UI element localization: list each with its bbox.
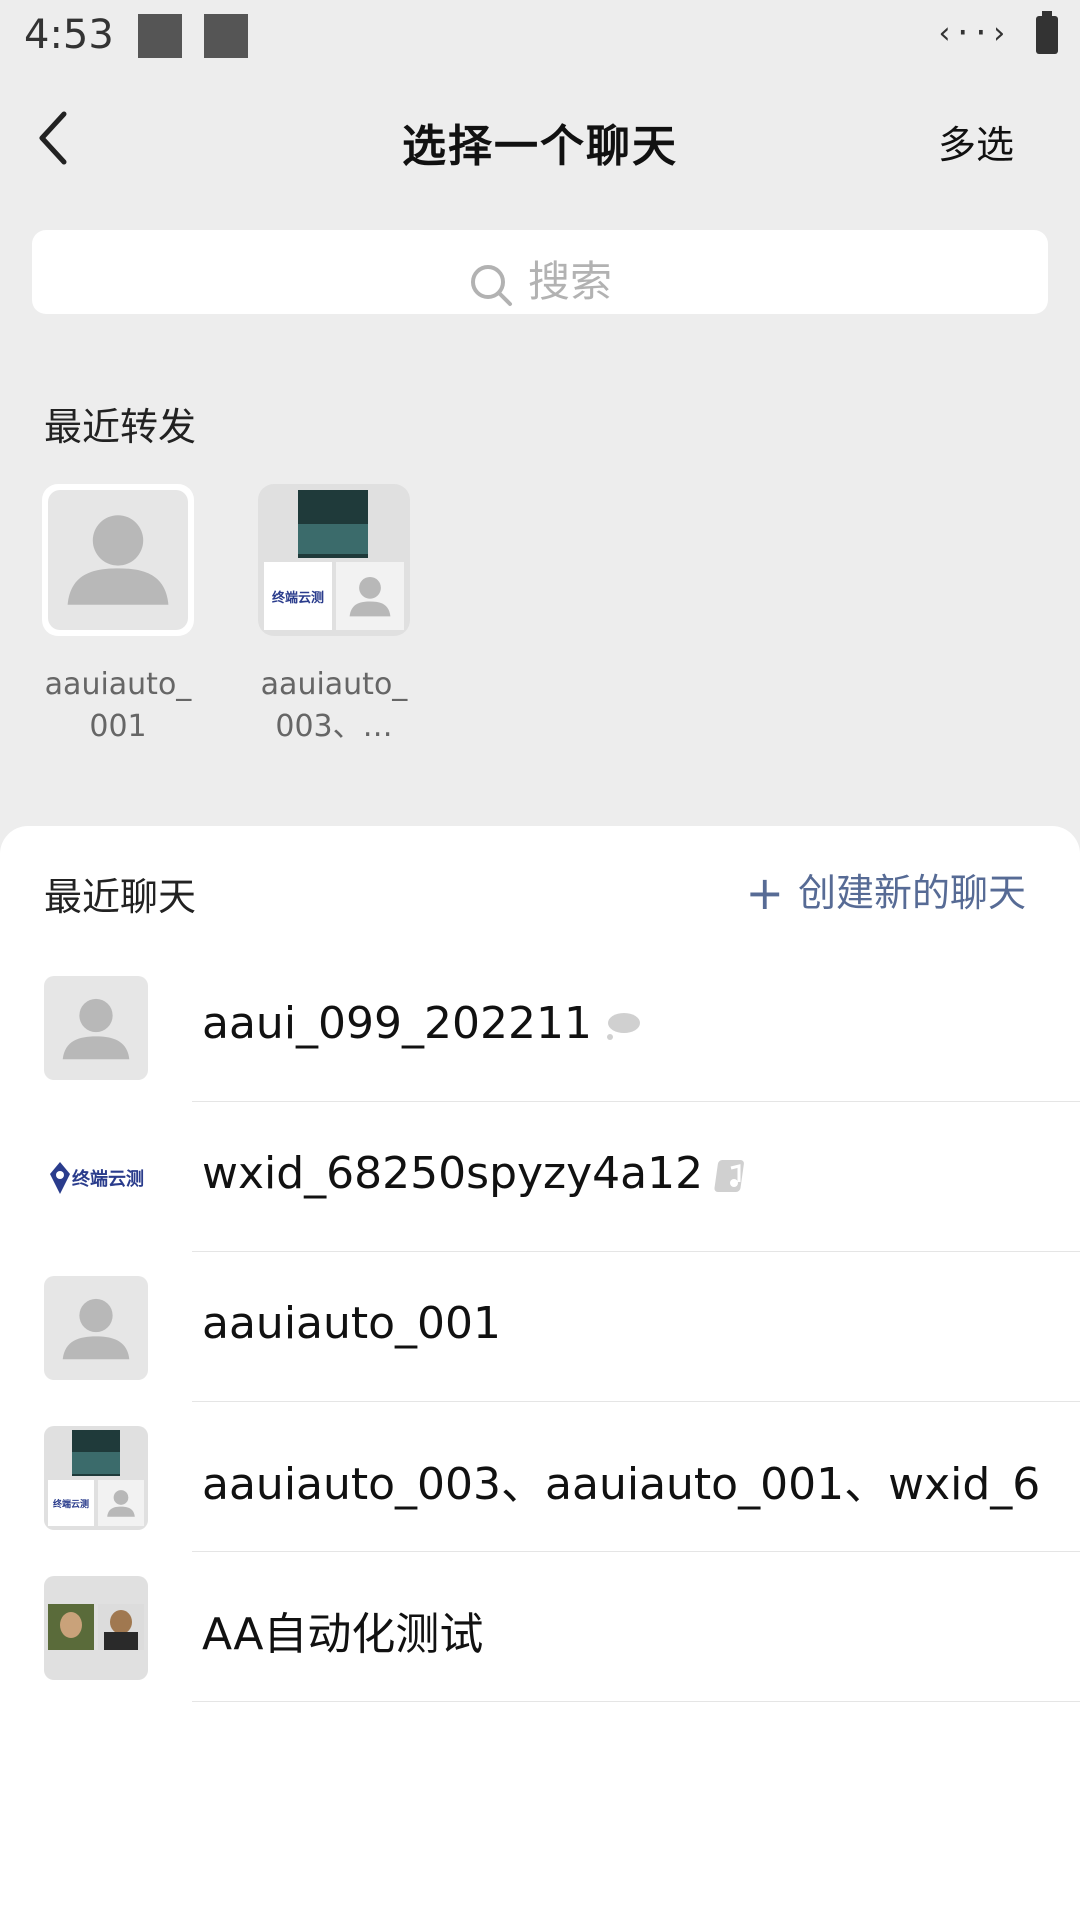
chat-row[interactable]: AA自动化测试 [0,1552,1080,1702]
default-avatar-icon [62,1298,130,1360]
divider [192,1701,1080,1702]
default-avatar-icon [62,998,130,1060]
group-member-photo [48,1604,94,1650]
search-input[interactable]: 搜索 [32,230,1048,314]
music-icon [714,1160,745,1192]
multi-select-button[interactable]: 多选 [938,114,1014,169]
default-avatar-icon [67,515,169,605]
default-avatar-icon [349,576,391,617]
group-member-default [98,1480,144,1526]
logo-mark-icon [50,1162,70,1194]
search-placeholder: 搜索 [527,257,612,306]
group-avatar [44,1576,148,1680]
avatar: 终端云测 [44,1126,148,1230]
avatar [44,976,148,1080]
chat-name: aaui_099_202211 [202,998,642,1049]
chat-row[interactable]: aauiauto_001 [0,1252,1080,1402]
recent-chats-panel: 最近聊天 + 创建新的聊天 aaui_099_202211 终端云测 wxid_… [0,826,1080,1920]
logo-text: 终端云测 [72,1169,144,1190]
battery-icon [1036,11,1058,54]
group-member-photo [98,1604,144,1650]
notification-icon [204,14,248,58]
chat-name: AA自动化测试 [202,1609,484,1660]
status-bar: 4:53 ‹··› [0,0,1080,76]
cloud-icon [606,1013,640,1040]
chat-row[interactable]: 终端云测 wxid_68250spyzy4a12 [0,1102,1080,1252]
chat-row[interactable]: 终端云测 aauiauto_003、aauiauto_001、wxid_6… [0,1402,1080,1552]
title-bar: 选择一个聊天 多选 [0,76,1080,200]
plus-icon: + [745,866,784,920]
recent-forward-name: aauiauto_001 [44,667,192,744]
chat-name: aauiauto_003、aauiauto_001、wxid_6… [202,1459,1042,1510]
create-new-chat-button[interactable]: + 创建新的聊天 [745,862,1026,920]
notification-icon [138,14,182,58]
group-member-default [336,562,404,630]
recent-chats-label: 最近聊天 [44,875,197,919]
recent-forwards-label: 最近转发 [44,405,197,449]
group-member-logo: 终端云测 [48,1480,94,1526]
group-avatar: 终端云测 [44,1426,148,1530]
default-avatar-icon [107,1490,135,1517]
status-time: 4:53 [24,12,114,58]
network-icon: ‹··› [935,16,1008,51]
group-member-logo: 终端云测 [264,562,332,630]
group-member-photo [298,490,368,558]
recent-forward-item[interactable]: 终端云测 aauiauto_003、… [254,484,414,748]
avatar [42,484,194,636]
search-icon [470,264,512,306]
group-avatar: 终端云测 [258,484,410,636]
recent-forward-name: aauiauto_003、… [260,667,408,744]
page-title: 选择一个聊天 [402,121,678,172]
group-member-photo [72,1430,120,1476]
chat-name: wxid_68250spyzy4a12 [202,1148,753,1199]
chat-name: aauiauto_001 [202,1298,502,1349]
chat-row[interactable]: aaui_099_202211 [0,952,1080,1102]
recent-forward-item[interactable]: aauiauto_001 [38,484,198,748]
avatar [44,1276,148,1380]
